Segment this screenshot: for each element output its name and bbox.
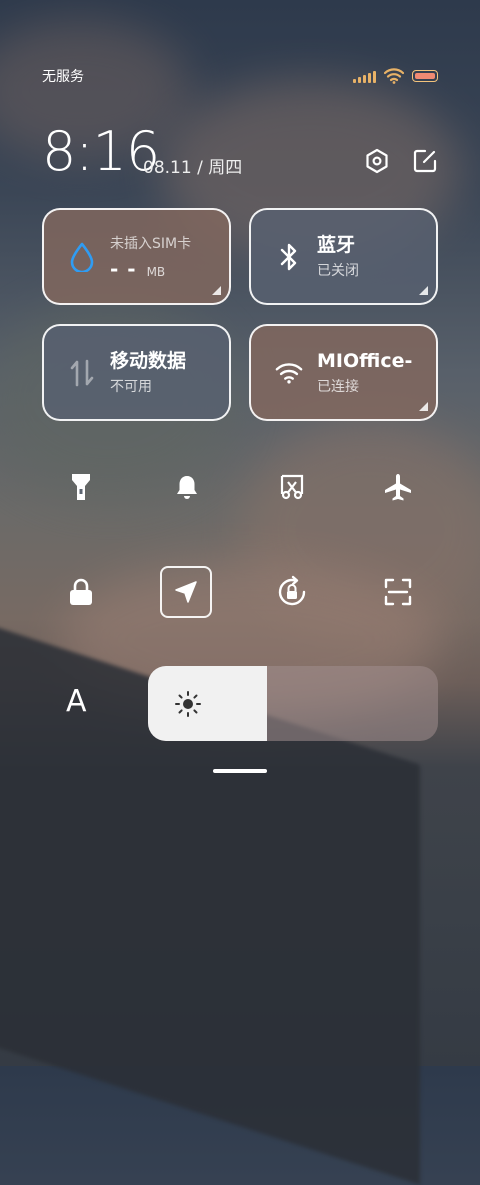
- signal-icon: [353, 69, 376, 83]
- flashlight-toggle[interactable]: [57, 463, 105, 511]
- lock-screen-toggle[interactable]: [57, 568, 105, 616]
- data-usage-unit: MB: [146, 264, 166, 279]
- mobile-data-tile[interactable]: 移动数据 不可用: [42, 324, 231, 421]
- wifi-tile[interactable]: MIOffice- 已连接: [249, 324, 438, 421]
- battery-icon: [412, 70, 438, 82]
- carrier-label: 无服务: [42, 69, 84, 85]
- drag-handle[interactable]: [213, 769, 267, 773]
- bluetooth-title: 蓝牙: [317, 234, 356, 256]
- bluetooth-tile[interactable]: 蓝牙 已关闭: [249, 208, 438, 305]
- water-drop-icon: [68, 242, 96, 272]
- sun-icon: [175, 691, 201, 717]
- location-toggle[interactable]: [160, 566, 212, 618]
- flashlight-icon: [72, 474, 90, 500]
- screenshot-toggle[interactable]: [268, 463, 316, 511]
- font-size-button[interactable]: A: [66, 684, 87, 719]
- brightness-fill: [148, 666, 267, 741]
- airplane-mode-toggle[interactable]: [374, 463, 422, 511]
- data-usage-title: 未插入SIM卡: [110, 235, 192, 252]
- mobile-data-status: 不可用: [110, 379, 152, 395]
- wifi-status: 已连接: [317, 379, 359, 395]
- settings-icon[interactable]: [364, 148, 390, 174]
- lock-icon: [70, 578, 92, 605]
- scissors-icon: [280, 474, 304, 500]
- expand-corner-icon: [419, 286, 428, 295]
- scan-icon: [384, 578, 412, 606]
- bluetooth-status: 已关闭: [317, 263, 359, 279]
- clock-header: 8:16 08.11 / 周四: [42, 120, 438, 184]
- data-usage-tile[interactable]: 未插入SIM卡 - - MB: [42, 208, 231, 305]
- airplane-icon: [385, 474, 411, 501]
- rotation-lock-icon: [278, 575, 306, 606]
- wifi-icon: [275, 359, 303, 387]
- wifi-title: MIOffice-: [317, 350, 413, 372]
- expand-corner-icon: [212, 286, 221, 295]
- auto-rotate-toggle[interactable]: [268, 568, 316, 616]
- bell-icon: [177, 476, 197, 499]
- clock-time: 8:16: [42, 120, 160, 183]
- data-arrows-icon: [68, 359, 96, 387]
- data-usage-value: - -: [110, 256, 137, 281]
- scanner-toggle[interactable]: [374, 568, 422, 616]
- brightness-slider[interactable]: [148, 666, 438, 741]
- expand-corner-icon: [419, 402, 428, 411]
- location-arrow-icon: [175, 581, 197, 603]
- mute-toggle[interactable]: [163, 463, 211, 511]
- bluetooth-icon: [275, 243, 303, 271]
- mobile-data-title: 移动数据: [110, 350, 187, 372]
- clock-date: 08.11 / 周四: [143, 158, 243, 178]
- status-bar: 无服务: [42, 62, 438, 90]
- wifi-status-icon: [384, 68, 404, 84]
- edit-icon[interactable]: [412, 148, 438, 174]
